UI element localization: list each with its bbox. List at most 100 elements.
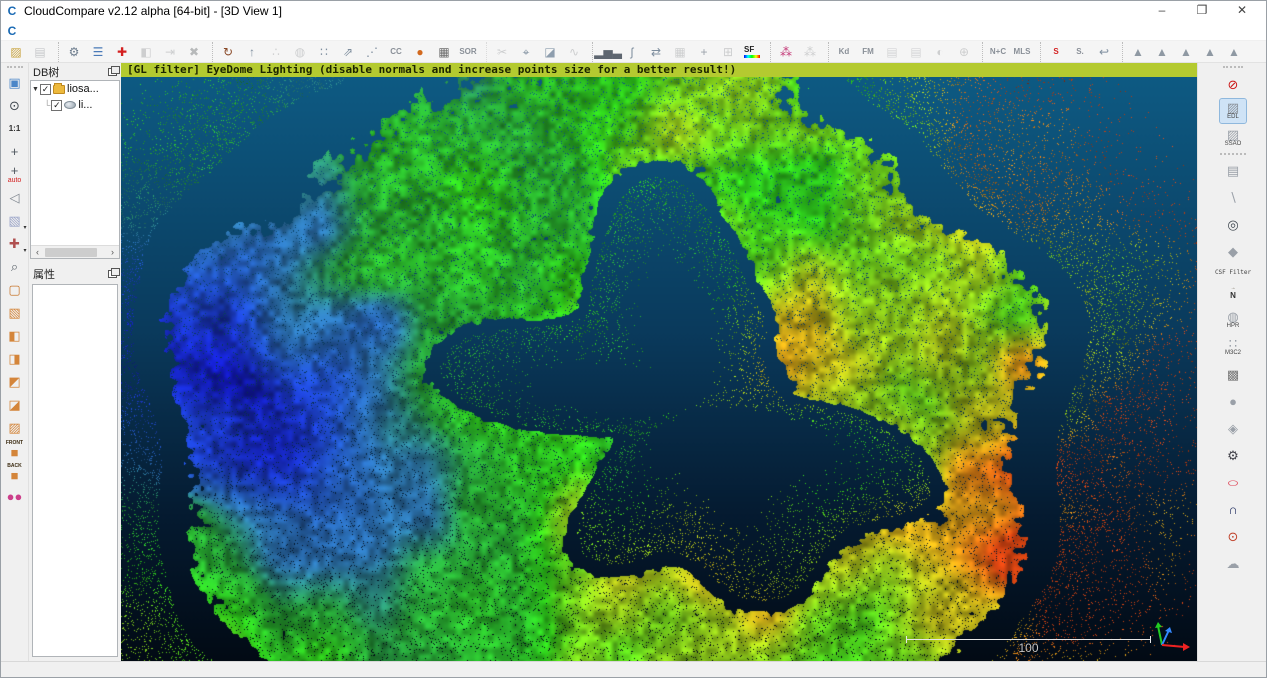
animation-plugin-button[interactable]: ▤ [1220,153,1246,182]
s-dot-plugin-button[interactable]: S. [1069,42,1091,62]
magnet-tool-button[interactable]: ∩ [1220,497,1246,521]
cloud-cloud-distance-button[interactable]: CC [385,42,407,62]
fit-curve-button[interactable]: ʃ [621,42,643,62]
tree-row-liosa[interactable]: ▼ ✓ liosa... [31,81,119,97]
hough-normals-button[interactable]: ⊙ [1220,524,1246,548]
axes-dropdown-button[interactable]: ✚ ▾ [3,232,27,254]
flip-plane-button[interactable]: ↩ [1093,42,1115,62]
visibility-checkbox[interactable]: ✓ [40,84,51,95]
sample-points-button[interactable]: ∷ [313,42,335,62]
orange-cloud-tool-button[interactable]: ● [409,42,431,62]
delete-button[interactable]: ✖ [183,42,205,62]
front-view-button[interactable]: ◧ [3,324,27,346]
zoom-lens-button[interactable]: ⌕ [3,255,27,277]
iso-front-view-button[interactable]: FRONT ■ [3,439,27,461]
zoom-1-1-button[interactable]: 1:1 [3,117,27,139]
sf-colormap-button[interactable]: SF [741,42,763,62]
expander-icon[interactable]: ▼ [31,86,40,93]
point-picking-button[interactable]: ✚ [111,42,133,62]
terrain-tool-2-button[interactable]: ▲ [1151,42,1173,62]
cross-section-button[interactable]: ◪ [539,42,561,62]
bbox-dropdown-button[interactable]: ▧ ▾ [3,209,27,231]
compass-plugin-button[interactable]: ◎ [1220,212,1246,236]
noise-filter-button[interactable]: ∴ [265,42,287,62]
save-button[interactable]: ▤ [29,42,51,62]
broom-clean-button[interactable]: ∖ [1220,185,1246,209]
ssao-filter-button[interactable]: ▨ SSAO [1220,126,1246,150]
apply-transformation-button[interactable]: ⚙ [58,42,85,62]
sphere-tool-button[interactable]: ◐ [929,42,951,62]
tree-row-li[interactable]: └ ✓ li... [31,97,119,113]
clone-arrow-button[interactable]: ↻ [212,42,239,62]
sf-add-button[interactable]: + [693,42,715,62]
sor-filter-button[interactable]: SOR [457,42,479,62]
scroll-right-arrow[interactable]: › [106,246,119,259]
terrain-tool-1-button[interactable]: ▲ [1122,42,1149,62]
scroll-left-arrow[interactable]: ‹ [31,246,44,259]
canupo-classify-button[interactable]: ⁂ [799,42,821,62]
hpr-plugin-button[interactable]: ◍ HPR [1220,308,1246,332]
statistics-button[interactable]: ▦ [669,42,691,62]
fast-marching-button[interactable]: FM [857,42,879,62]
merge-clouds-button[interactable]: ◧ [135,42,157,62]
shapefile-export-button[interactable]: ▤ [881,42,903,62]
terrain-tool-3-button[interactable]: ▲ [1175,42,1197,62]
ascii-export-button[interactable]: ▤ [905,42,927,62]
terrain-tool-4-button[interactable]: ▲ [1199,42,1221,62]
screenshot-camera-button[interactable]: ⊙ [3,94,27,116]
cloud-layers-button[interactable]: ☁ [1220,551,1246,575]
align-clouds-button[interactable]: ⇥ [159,42,181,62]
kd-tree-button[interactable]: Kd [828,42,855,62]
canupo-create-button[interactable]: ⁂ [770,42,797,62]
right-view-button[interactable]: ◪ [3,393,27,415]
best-fit-plane-button[interactable]: ⇗ [337,42,359,62]
ransac-shape-detection-button[interactable]: ◈ [1220,416,1246,440]
normal-vector-button[interactable]: → N [1220,281,1246,305]
mls-smoothing-button[interactable]: MLS [1011,42,1033,62]
display-options-button[interactable]: ▣ [3,71,27,93]
auto-pivot-button[interactable]: + auto [3,163,27,185]
pcl-plugin-button[interactable]: ⚙ [1220,443,1246,467]
close-button[interactable]: ✕ [1222,1,1262,21]
float-panel-icon[interactable] [108,68,117,76]
segment-scissors-button[interactable]: ✂ [486,42,513,62]
sf-calculator-button[interactable]: ⊞ [717,42,739,62]
csf-filter-label[interactable]: CSF Filter [1201,266,1265,278]
ellipse-tool-button[interactable]: ○ [1220,470,1246,494]
facets-plugin-button[interactable]: ◆ [1220,239,1246,263]
terrain-tool-5-button[interactable]: ▲ [1223,42,1245,62]
iso-back-view-button[interactable]: BACK ■ [3,462,27,484]
float-panel-icon[interactable] [108,270,117,278]
m3c2-plugin-button[interactable]: ∷ M3C2 [1220,335,1246,359]
remove-gl-filter-button[interactable]: ⊘ [1220,72,1246,96]
octree-button[interactable]: ◍ [289,42,311,62]
checkerboard-tool-button[interactable]: ▦ [433,42,455,62]
histogram-button[interactable]: ▂▅▃ [592,42,619,62]
bottom-view-button[interactable]: ▨ [3,416,27,438]
top-view-button[interactable]: ▧ [3,301,27,323]
translate-rotate-button[interactable]: ⌖ [515,42,537,62]
trace-polyline-button[interactable]: ∿ [563,42,585,62]
restore-button[interactable]: ❐ [1182,1,1222,21]
pick-rotation-center-button[interactable]: ◁ [3,186,27,208]
point-projection-button[interactable]: ⋰ [361,42,383,62]
globe-rasterize-button[interactable]: ⊕ [953,42,975,62]
tree-hscrollbar[interactable]: ‹ › [31,245,119,258]
open-button[interactable]: ▨ [5,42,27,62]
edl-filter-button[interactable]: ▨ EDL [1220,99,1246,123]
subsample-cloud-button[interactable]: ↑ [241,42,263,62]
pcv-plugin-button[interactable]: ▩ [1220,362,1246,386]
scroll-thumb[interactable] [45,248,97,257]
stereo-mode-button[interactable]: ●● [3,485,27,507]
poisson-recon-button[interactable]: ● [1220,389,1246,413]
csf-plugin-button[interactable]: S [1040,42,1067,62]
back-view-button[interactable]: ◩ [3,370,27,392]
visibility-checkbox[interactable]: ✓ [51,100,62,111]
point-cloud-canvas[interactable] [121,63,1197,663]
left-view-button[interactable]: ◨ [3,347,27,369]
wire-cube-button[interactable]: ▢ [3,278,27,300]
properties-list-button[interactable]: ☰ [87,42,109,62]
set-pivot-button[interactable]: + [3,140,27,162]
normals-color-button[interactable]: N+C [982,42,1009,62]
minimize-button[interactable]: – [1142,1,1182,21]
